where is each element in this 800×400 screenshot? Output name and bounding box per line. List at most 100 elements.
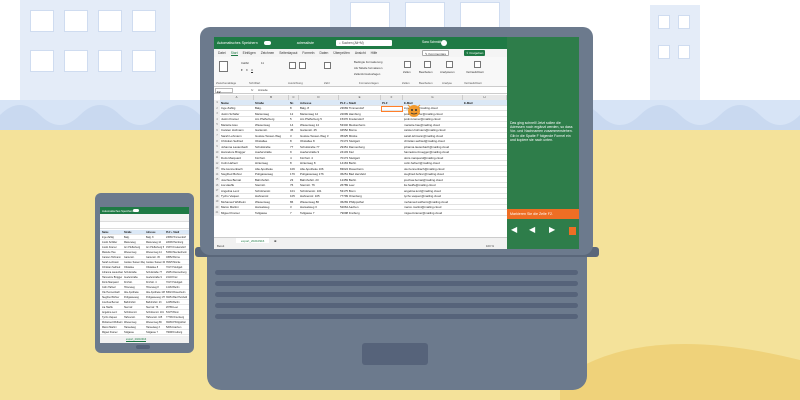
phone-table-cell[interactable]: Siegfried Bohrer [102, 296, 123, 299]
phone-table-cell[interactable]: Adresse [146, 231, 165, 234]
table-cell[interactable]: Balg. 8 [300, 106, 339, 110]
phone-table-cell[interactable]: 26789 Leer [166, 306, 188, 309]
formula-input[interactable]: Anrede [258, 88, 268, 92]
font-size[interactable]: 11 [261, 61, 264, 65]
avatar[interactable] [441, 39, 447, 46]
zoom-level[interactable]: 100 % [486, 244, 494, 248]
table-cell[interactable]: Bahnhofstr. 23 [300, 178, 339, 182]
edit-icon[interactable] [424, 61, 431, 68]
phone-table-cell[interactable]: Wiesenweg [124, 321, 145, 324]
phone-table-cell[interactable]: Inge Zahlig [102, 236, 123, 239]
table-cell[interactable]: 77799 Ortenberg [340, 194, 381, 198]
table-cell[interactable]: Am Pfefferberg 5 [300, 117, 339, 121]
phone-table-cell[interactable]: 83024 Rosenheim [166, 291, 188, 294]
name-box[interactable]: F2 [215, 88, 233, 94]
phone-table-cell[interactable]: Schützenstr. [124, 311, 145, 314]
table-cell[interactable]: Marco Martini [221, 205, 254, 209]
table-cell[interactable]: Wiesenweg 86 [300, 200, 339, 204]
table-cell[interactable]: ole.hennenbach@mailing.cloud [404, 167, 463, 171]
table-cell[interactable]: marco.martini@mailing.cloud [404, 205, 463, 209]
table-cell[interactable]: Alte Apotheke 106 [300, 167, 339, 171]
table-cell[interactable]: Hannelore Brügger [221, 150, 254, 154]
table-cell[interactable]: Poltgasseweg 176 [300, 172, 339, 176]
table-cell[interactable]: Hirtenweg 8 [300, 161, 339, 165]
phone-autosave-toggle[interactable] [133, 208, 139, 213]
table-cell[interactable]: 45 [290, 128, 299, 132]
table-cell[interactable]: 14 [290, 123, 299, 127]
phone-table-cell[interactable]: Wiesenweg 14 [146, 251, 165, 254]
phone-table-cell[interactable]: Hirtenweg [124, 286, 145, 289]
table-cell[interactable]: Gartenstr. 45 [300, 128, 339, 132]
table-cell[interactable]: 52064 Aachen [340, 205, 381, 209]
phone-table-cell[interactable]: Justin Kramer [102, 246, 123, 249]
phone-table-cell[interactable]: Obstallee [124, 266, 145, 269]
table-cell[interactable]: Inge Zahlig [221, 106, 254, 110]
table-cell[interactable]: Hanselweg 3 [300, 205, 339, 209]
table-cell[interactable]: 79098 Freiburg [340, 211, 381, 215]
table-cell[interactable]: tycho.vaquen@mailing.cloud [404, 194, 463, 198]
style-conditional[interactable]: Bedingte Formatierung [354, 60, 382, 64]
table-cell[interactable]: 53175 Bonn [340, 189, 381, 193]
table-cell[interactable]: Balg. [255, 106, 289, 110]
autosave-toggle[interactable] [263, 41, 271, 45]
table-cell[interactable]: Sarah Lehmann [221, 134, 254, 138]
spreadsheet-grid[interactable]: A B C D E F G H 1 Name Straße Nr. Adresse PLZ… [214, 95, 507, 237]
table-cell[interactable]: Poltgasseweg [255, 172, 289, 176]
phone-home-button[interactable] [136, 345, 150, 349]
menu-ueberpruefen[interactable]: Überprüfen [333, 51, 350, 55]
table-cell[interactable]: johanna.lautenbach@mailing.cloud [404, 145, 463, 149]
phone-table-cell[interactable]: Poltgasseweg [124, 296, 145, 299]
table-cell[interactable]: 24103 Kiel [340, 150, 381, 154]
table-cell[interactable]: Aueferstraße 9 [300, 150, 339, 154]
phone-table-cell[interactable]: 14163 Berlin [166, 286, 188, 289]
phone-table-cell[interactable]: Schulstraße [124, 271, 145, 274]
wrap-icon[interactable] [299, 62, 306, 69]
table-cell[interactable]: 12459 Berlin [340, 178, 381, 182]
table-cell[interactable]: Schützenstr. [255, 189, 289, 193]
phone-sheet-tab[interactable]: export_20210916 [126, 338, 147, 342]
table-cell[interactable]: 04552 Borna [340, 128, 381, 132]
table-cell[interactable]: Wiesenweg 14 [300, 123, 339, 127]
table-cell[interactable]: PLZ + Stadt [340, 101, 381, 105]
table-cell[interactable]: Justin Schäfer [221, 112, 254, 116]
comments-button[interactable]: ✎ Kommentare [422, 50, 450, 56]
phone-table-cell[interactable]: Gustav-Tessen-Weg [124, 261, 145, 264]
phone-table-cell[interactable]: 36269 Philippsthal [166, 321, 188, 324]
phone-table-cell[interactable]: Angelina Lenz [102, 311, 123, 314]
table-cell[interactable]: joschua.bernat@mailing.cloud [404, 178, 463, 182]
menu-seitenlayout[interactable]: Seitenlayout [279, 51, 297, 55]
table-cell[interactable]: doris.marquard@mailing.cloud [404, 156, 463, 160]
phone-table-cell[interactable]: Miguel Kramer [102, 331, 123, 334]
phone-table-cell[interactable]: Hanselweg 3 [146, 326, 165, 329]
bold-icon[interactable]: F [241, 68, 243, 72]
table-cell[interactable]: Obstallee 8 [300, 139, 339, 143]
table-cell[interactable]: lia.hauffe@mailing.cloud [404, 183, 463, 187]
table-cell[interactable]: mohamed.widheim@mailing.cloud [404, 200, 463, 204]
phone-table-cell[interactable]: Mariette Hau [102, 251, 123, 254]
table-cell[interactable]: 22099 Hamburg [340, 112, 381, 116]
table-cell[interactable]: Christian Seifried [221, 139, 254, 143]
align-icon[interactable] [289, 62, 296, 69]
phone-table-cell[interactable]: Marienweg 12 [146, 241, 165, 244]
phone-table-cell[interactable]: Hirtenweg 8 [146, 286, 165, 289]
phone-table-cell[interactable]: Sarah Lehmann [102, 261, 123, 264]
table-cell[interactable]: Gustav-Tessen-Weg 3 [300, 134, 339, 138]
back-icon[interactable]: ◀ [511, 225, 517, 234]
italic-icon[interactable]: K [246, 68, 248, 72]
phone-table-cell[interactable]: Hahnenstr. [124, 316, 145, 319]
menu-einfuegen[interactable]: Einfügen [243, 51, 256, 55]
menu-zeichnen[interactable]: Zeichnen [261, 51, 275, 55]
table-cell[interactable]: Angelina Lenz [221, 189, 254, 193]
table-cell[interactable]: Gustav-Tessen-Weg [255, 134, 289, 138]
phone-table-cell[interactable]: Am Pfefferberg 5 [146, 246, 165, 249]
table-cell[interactable]: 35325 Mücke [340, 134, 381, 138]
table-cell[interactable]: mariette.hau@mailing.cloud [404, 123, 463, 127]
table-cell[interactable]: Schützenstr. 101 [300, 189, 339, 193]
number-format-icon[interactable] [324, 62, 331, 69]
next-icon[interactable]: ▶ [549, 225, 555, 234]
table-cell[interactable]: Joschua Bernat [221, 178, 254, 182]
phone-table-cell[interactable]: Straße [124, 231, 145, 234]
table-cell[interactable]: Aueferstraße [255, 150, 289, 154]
phone-table-cell[interactable]: Balg. 8 [146, 236, 165, 239]
table-cell[interactable]: Obstallee [255, 139, 289, 143]
